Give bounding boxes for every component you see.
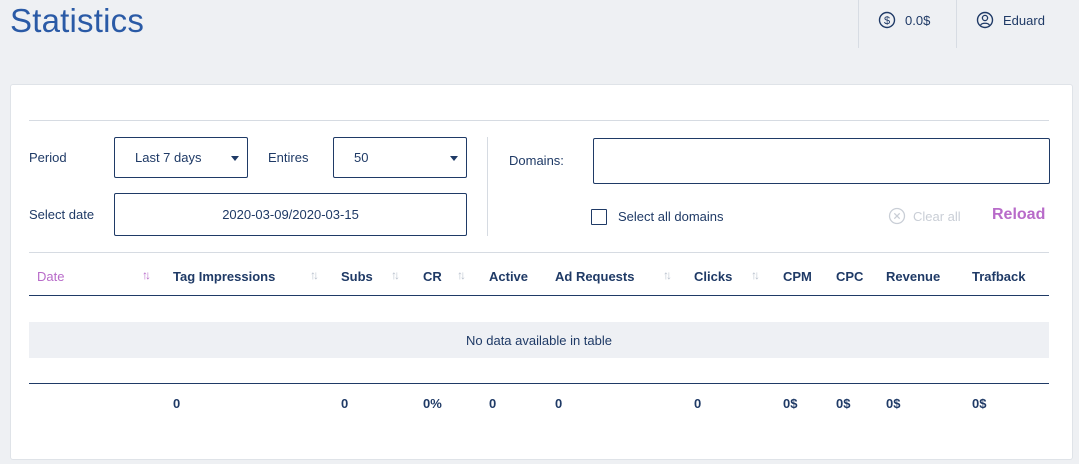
caret-down-icon [450,155,458,161]
total-cr: 0% [423,396,442,411]
date-range-input[interactable]: 2020-03-09/2020-03-15 [114,193,467,236]
period-select[interactable]: Last 7 days [114,137,248,178]
period-label: Period [29,150,67,165]
balance-amount: 0.0$ [905,12,931,28]
topbar-divider [956,0,957,48]
total-trafback: 0$ [972,396,987,411]
column-header-tag-impressions[interactable]: Tag Impressions [173,269,275,284]
total-cpm: 0$ [783,396,798,411]
select-all-domains-label[interactable]: Select all domains [618,209,724,224]
svg-text:$: $ [884,15,890,27]
column-header-active[interactable]: Active [489,269,528,284]
column-header-subs[interactable]: Subs [341,269,373,284]
total-cpc: 0$ [836,396,851,411]
total-revenue: 0$ [886,396,901,411]
table-footer-border [29,383,1049,384]
column-header-ad-requests[interactable]: Ad Requests [555,269,634,284]
sort-icon[interactable]: ↑↓ [391,268,400,282]
period-value: Last 7 days [135,150,202,165]
page-title: Statistics [10,2,145,39]
domains-label: Domains: [509,153,564,168]
reload-button[interactable]: Reload [992,206,1045,224]
sort-desc-icon[interactable]: ↑↓ [142,268,151,282]
balance-display[interactable]: $ 0.0$ [878,11,930,29]
entries-select[interactable]: 50 [333,137,467,178]
column-header-cr[interactable]: CR [423,269,442,284]
table-header-border [29,295,1049,296]
column-header-revenue[interactable]: Revenue [886,269,940,284]
sort-icon[interactable]: ↑↓ [751,268,760,282]
close-circle-icon [888,207,906,225]
column-header-cpm[interactable]: CPM [783,269,812,284]
divider [29,120,1049,121]
user-circle-icon [976,11,994,29]
domains-input[interactable] [593,138,1050,184]
filter-divider [487,137,488,236]
user-menu[interactable]: Eduard [976,11,1045,29]
sort-icon[interactable]: ↑↓ [310,268,319,282]
clear-all-label: Clear all [913,208,961,224]
total-ad-requests: 0 [555,396,563,411]
column-header-trafback[interactable]: Trafback [972,269,1025,284]
total-active: 0 [489,396,497,411]
clear-all-button[interactable]: Clear all [888,207,961,225]
entries-value: 50 [354,150,369,165]
dollar-circle-icon: $ [878,11,896,29]
divider [29,252,1049,253]
column-header-cpc[interactable]: CPC [836,269,863,284]
entries-label: Entires [268,150,309,165]
total-subs: 0 [341,396,349,411]
caret-down-icon [231,155,239,161]
topbar-divider [858,0,859,48]
total-tag-impressions: 0 [173,396,181,411]
empty-table-message: No data available in table [29,322,1049,358]
total-clicks: 0 [694,396,702,411]
select-all-domains-checkbox[interactable] [591,209,607,225]
date-range-value: 2020-03-09/2020-03-15 [222,207,359,222]
sort-icon[interactable]: ↑↓ [457,268,466,282]
sort-icon[interactable]: ↑↓ [663,268,672,282]
column-header-clicks[interactable]: Clicks [694,269,732,284]
user-name: Eduard [1003,12,1045,28]
select-date-label: Select date [29,207,95,222]
column-header-date[interactable]: Date [37,269,64,284]
